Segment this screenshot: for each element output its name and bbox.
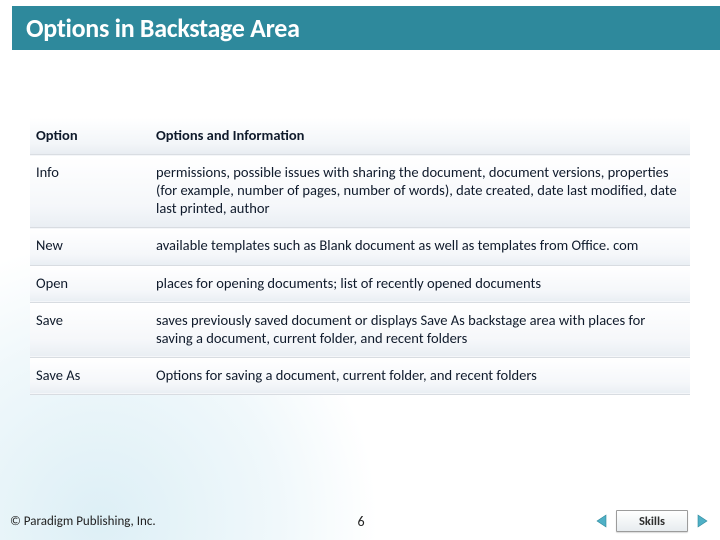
next-button[interactable]: [692, 511, 712, 531]
arrow-right-icon: [695, 514, 709, 528]
table-row: Open places for opening documents; list …: [30, 265, 690, 302]
footer-controls: Skills: [592, 510, 712, 532]
cell-desc: Options for saving a document, current f…: [150, 357, 690, 394]
copyright-text: © Paradigm Publishing, Inc.: [10, 514, 156, 529]
options-table: Option Options and Information Info perm…: [30, 118, 690, 395]
page-number: 6: [357, 513, 364, 530]
cell-desc: saves previously saved document or displ…: [150, 302, 690, 357]
cell-option: Save As: [30, 357, 150, 394]
skills-button[interactable]: Skills: [616, 510, 688, 532]
table-row: Save As Options for saving a document, c…: [30, 357, 690, 394]
cell-desc: available templates such as Blank docume…: [150, 228, 690, 265]
cell-desc: permissions, possible issues with sharin…: [150, 155, 690, 228]
cell-option: Info: [30, 155, 150, 228]
content-area: Option Options and Information Info perm…: [30, 118, 690, 395]
table-header-option: Option: [30, 118, 150, 155]
footer: © Paradigm Publishing, Inc. 6 Skills: [10, 508, 712, 534]
prev-button[interactable]: [592, 511, 612, 531]
table-header-desc: Options and Information: [150, 118, 690, 155]
title-bar: Options in Backstage Area: [12, 6, 720, 50]
cell-option: Open: [30, 265, 150, 302]
cell-option: Save: [30, 302, 150, 357]
skills-button-label: Skills: [639, 514, 665, 529]
page-title: Options in Backstage Area: [12, 12, 300, 44]
table-row: Info permissions, possible issues with s…: [30, 155, 690, 228]
cell-option: New: [30, 228, 150, 265]
cell-desc: places for opening documents; list of re…: [150, 265, 690, 302]
table-row: New available templates such as Blank do…: [30, 228, 690, 265]
arrow-left-icon: [595, 514, 609, 528]
table-row: Save saves previously saved document or …: [30, 302, 690, 357]
table-header-row: Option Options and Information: [30, 118, 690, 155]
